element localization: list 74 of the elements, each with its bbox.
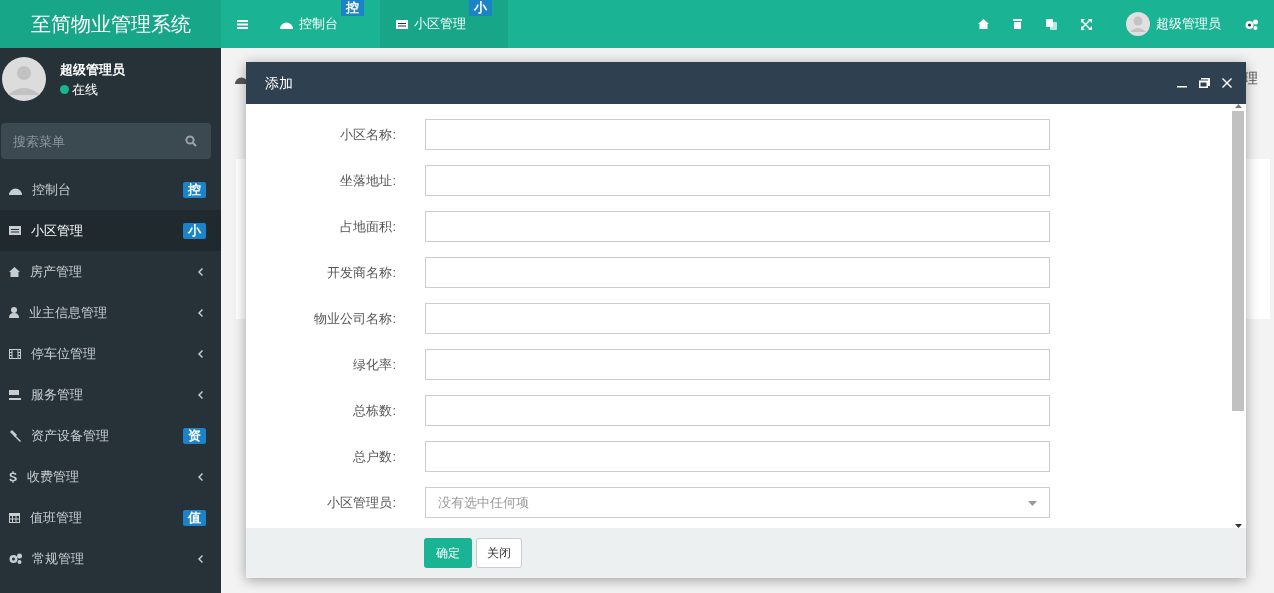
input-field[interactable] xyxy=(425,257,1050,288)
field-label: 小区名称: xyxy=(339,125,396,144)
field-label: 总栋数: xyxy=(352,401,396,420)
cup-icon xyxy=(9,389,21,400)
film-icon xyxy=(9,348,21,359)
scrollbar[interactable] xyxy=(1230,104,1246,528)
maximize-icon[interactable] xyxy=(1199,78,1210,88)
sidebar-item[interactable]: 小区管理 小 xyxy=(0,210,221,251)
sidebar-item[interactable]: 房产管理 xyxy=(0,251,221,292)
status-dot xyxy=(60,85,69,94)
sidebar-item[interactable]: 服务管理 xyxy=(0,374,221,415)
user-name: 超级管理员 xyxy=(60,61,125,80)
search-icon xyxy=(185,135,197,147)
chevron-icon xyxy=(198,309,203,318)
hammer-icon xyxy=(9,429,21,442)
translate-icon[interactable] xyxy=(1045,18,1057,30)
field-label: 坐落地址: xyxy=(339,171,396,190)
user-status: 在线 xyxy=(72,80,98,99)
sidebar-item[interactable]: 停车位管理 xyxy=(0,333,221,374)
field-label: 占地面积: xyxy=(339,217,396,236)
input-field[interactable] xyxy=(425,119,1050,150)
home-icon xyxy=(9,266,20,277)
home-icon[interactable] xyxy=(977,19,989,29)
menu-icon[interactable] xyxy=(237,19,248,29)
menu-badge: 资 xyxy=(183,427,206,444)
menu-badge: 值 xyxy=(183,509,206,526)
list-icon[interactable] xyxy=(396,19,408,29)
field-label: 绿化率: xyxy=(352,355,396,374)
close-icon[interactable] xyxy=(1222,78,1232,88)
user-icon xyxy=(9,307,19,318)
sidebar-item[interactable]: 资产设备管理 资 xyxy=(0,415,221,456)
input-field[interactable] xyxy=(425,395,1050,426)
menu-badge: 小 xyxy=(183,222,206,239)
field-label: 物业公司名称: xyxy=(313,309,396,328)
chevron-icon xyxy=(198,473,203,482)
nav-tab[interactable]: 小区管理 小 xyxy=(380,0,508,48)
caret-icon xyxy=(1028,500,1037,506)
avatar-icon xyxy=(2,57,46,101)
input-field[interactable] xyxy=(425,211,1050,242)
nav-tab[interactable]: 控制台 控 xyxy=(264,0,380,48)
field-label: 开发商名称: xyxy=(326,263,396,282)
sidebar-item[interactable]: 常规管理 xyxy=(0,538,221,579)
tab-label: 控制台 xyxy=(299,15,338,34)
input-field[interactable] xyxy=(425,165,1050,196)
sidebar-item[interactable]: 收费管理 xyxy=(0,456,221,497)
search-field[interactable]: 搜索菜单 xyxy=(1,123,211,159)
input-field[interactable] xyxy=(425,441,1050,472)
field-label: 小区管理员: xyxy=(326,493,396,512)
dollar-icon xyxy=(9,470,17,483)
app-title: 至简物业管理系统 xyxy=(0,0,221,48)
chevron-icon xyxy=(198,391,203,400)
settings-icon[interactable] xyxy=(1245,18,1258,30)
breadcrumb-item[interactable]: 理 xyxy=(1244,68,1258,89)
chevron-icon xyxy=(198,268,203,277)
dialog-title: 添加 xyxy=(265,73,293,93)
input-field[interactable] xyxy=(425,303,1050,334)
input-field[interactable] xyxy=(425,349,1050,380)
gears-icon xyxy=(9,553,22,564)
trash-icon[interactable] xyxy=(1012,19,1022,29)
tab-badge: 小 xyxy=(469,0,492,16)
chevron-icon xyxy=(198,555,203,564)
fullscreen-icon[interactable] xyxy=(1080,18,1092,30)
tab-label: 小区管理 xyxy=(414,15,466,34)
close-button[interactable]: 关闭 xyxy=(476,538,522,568)
sidebar-item[interactable]: 值班管理 值 xyxy=(0,497,221,538)
sidebar-item[interactable]: 业主信息管理 xyxy=(0,292,221,333)
avatar-icon[interactable] xyxy=(1125,12,1150,36)
menu-badge: 控 xyxy=(183,181,206,198)
sidebar-item[interactable]: 控制台 控 xyxy=(0,169,221,210)
tab-badge: 控 xyxy=(341,0,364,16)
calendar-icon xyxy=(9,512,20,523)
list-icon xyxy=(9,226,21,235)
field-label: 总户数: xyxy=(352,447,396,466)
chevron-icon xyxy=(198,350,203,359)
